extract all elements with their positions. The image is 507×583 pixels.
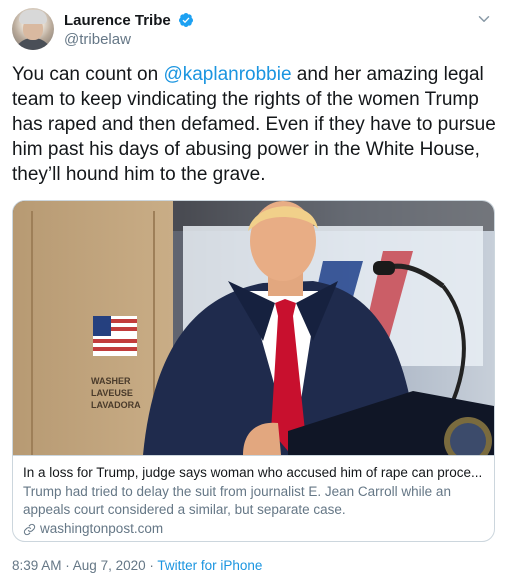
card-title[interactable]: In a loss for Trump, judge says woman wh… (23, 464, 484, 482)
link-icon (23, 523, 36, 535)
author-names: Laurence Tribe @tribelaw (64, 11, 194, 50)
meta-separator: · (145, 558, 158, 573)
verified-badge-icon (179, 13, 194, 27)
avatar[interactable] (12, 8, 54, 50)
card-image: WASHER LAVEUSE LAVADORA (13, 201, 494, 455)
tweet-time[interactable]: 8:39 AM (12, 558, 62, 573)
author-handle[interactable]: @tribelaw (64, 30, 194, 50)
display-name[interactable]: Laurence Tribe (64, 12, 171, 29)
card-domain-text: washingtonpost.com (40, 521, 164, 536)
card-domain[interactable]: washingtonpost.com (23, 520, 484, 538)
box-text-laveuse: LAVEUSE (91, 388, 133, 398)
tweet-header: Laurence Tribe @tribelaw (12, 8, 495, 52)
tweet-date[interactable]: Aug 7, 2020 (73, 558, 146, 573)
tweet-text-before: You can count on (12, 64, 164, 85)
avatar-hair (19, 10, 47, 24)
chevron-down-icon[interactable] (475, 10, 493, 28)
box-text-washer: WASHER (91, 376, 131, 386)
tweet-text: You can count on @kaplanrobbie and her a… (12, 62, 496, 187)
tweet-metadata: 8:39 AM · Aug 7, 2020 · Twitter for iPho… (12, 557, 262, 575)
card-body: In a loss for Trump, judge says woman wh… (13, 455, 494, 541)
link-preview-card[interactable]: WASHER LAVEUSE LAVADORA In a loss for Tr… (12, 200, 495, 542)
card-description: Trump had tried to delay the suit from j… (23, 484, 451, 517)
mention-link[interactable]: @kaplanrobbie (163, 64, 291, 85)
meta-separator: · (61, 558, 73, 573)
box-text-lavadora: LAVADORA (91, 400, 141, 410)
tweet-source[interactable]: Twitter for iPhone (157, 558, 262, 573)
